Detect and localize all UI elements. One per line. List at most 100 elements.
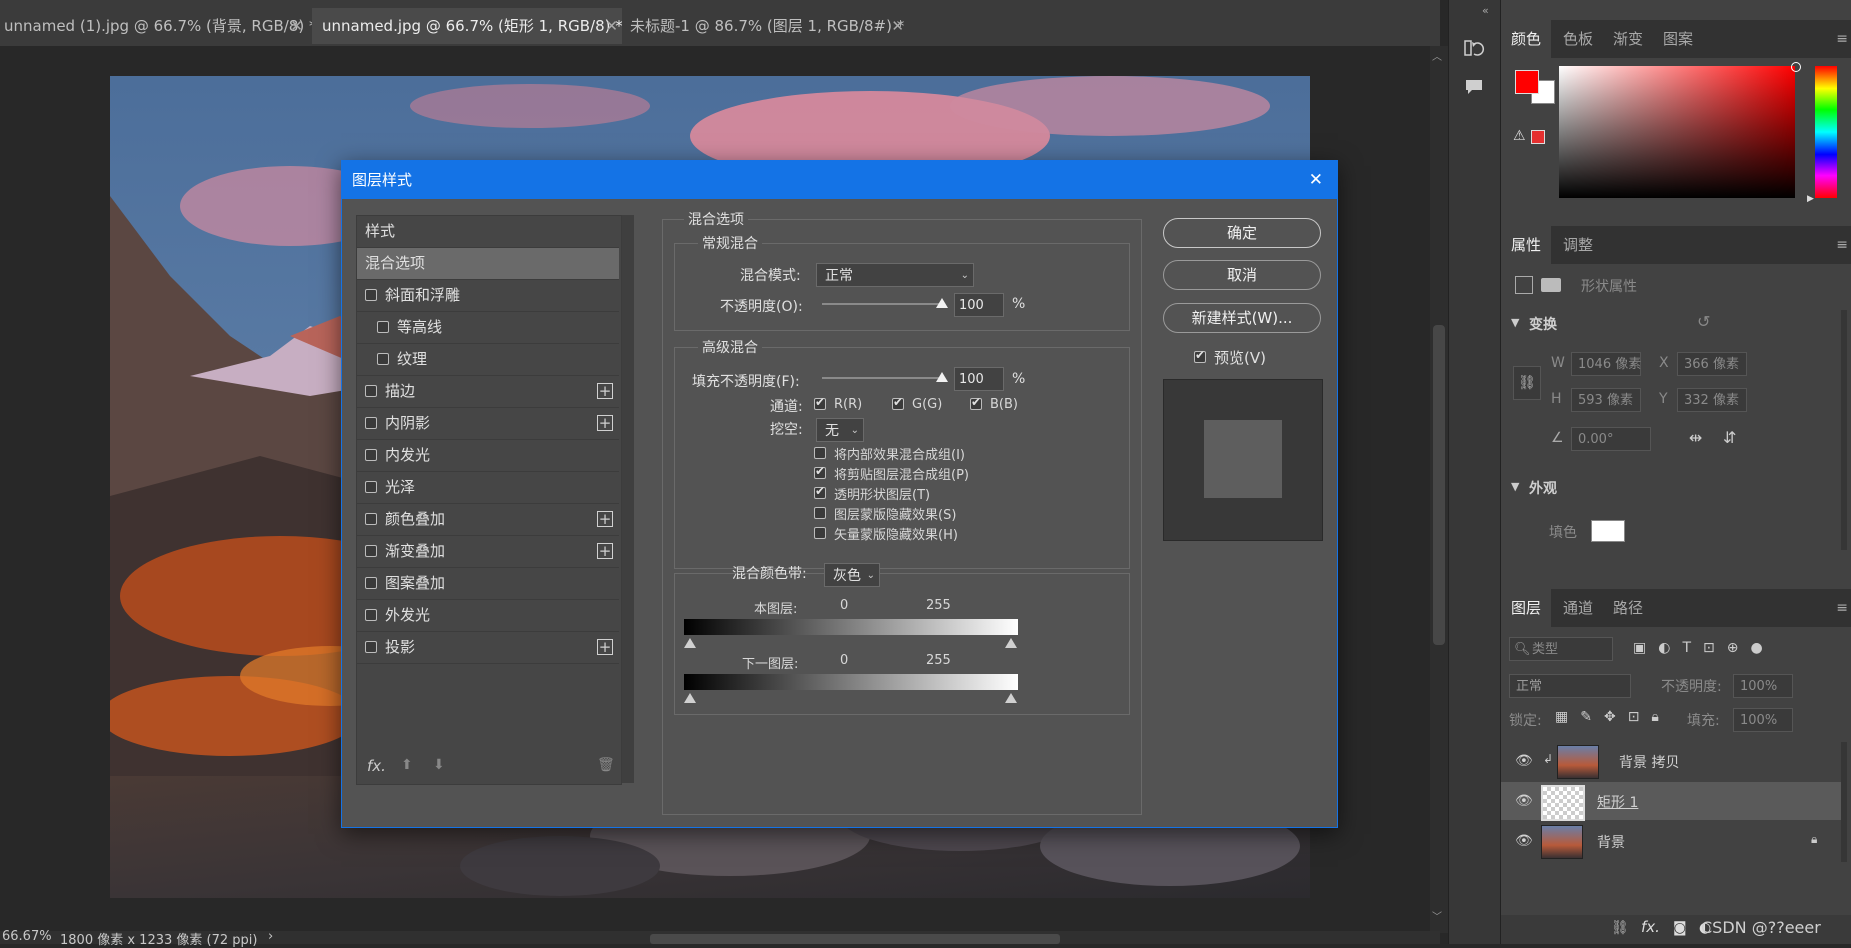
style-checkbox[interactable] <box>365 417 377 429</box>
channel-g-checkbox[interactable] <box>892 395 904 410</box>
hue-slider-handle[interactable]: ▶ <box>1807 194 1814 204</box>
shape-properties-icon[interactable] <box>1515 276 1533 294</box>
style-checkbox[interactable] <box>365 609 377 621</box>
chevron-down-icon[interactable]: ▼ <box>1511 316 1519 329</box>
style-contour[interactable]: 等高线 <box>357 312 619 344</box>
dialog-titlebar[interactable]: 图层样式 ✕ <box>342 161 1337 199</box>
panel-menu-icon[interactable]: ≡ <box>1836 600 1848 616</box>
style-drop-shadow[interactable]: 投影 + <box>357 632 619 664</box>
style-checkbox[interactable] <box>365 545 377 557</box>
lock-icons[interactable]: ▦✎✥⊡🔒︎ <box>1555 709 1671 725</box>
ok-button[interactable]: 确定 <box>1163 218 1321 248</box>
add-style-icon[interactable]: + <box>597 415 613 431</box>
flip-horizontal-icon[interactable]: ⇹ <box>1689 428 1702 447</box>
style-checkbox[interactable] <box>365 513 377 525</box>
scrollbar-thumb[interactable] <box>1433 325 1445 645</box>
style-stroke[interactable]: 描边 + <box>357 376 619 408</box>
tab-unnamed[interactable]: unnamed.jpg @ 66.7% (矩形 1, RGB/8) * ✕ <box>312 8 624 44</box>
color-picker-handle[interactable] <box>1791 62 1801 72</box>
zoom-level[interactable]: 66.67% <box>2 929 52 944</box>
style-bevel-emboss[interactable]: 斜面和浮雕 <box>357 280 619 312</box>
layer-name[interactable]: 背景 拷贝 <box>1619 752 1679 772</box>
visibility-eye-icon[interactable]: 👁︎ <box>1515 833 1533 849</box>
opacity-field[interactable]: 100% <box>1733 674 1793 698</box>
style-checkbox[interactable] <box>365 577 377 589</box>
tab-layers[interactable]: 图层 <box>1501 589 1552 627</box>
visibility-eye-icon[interactable]: 👁︎ <box>1515 793 1533 809</box>
style-gradient-overlay[interactable]: 渐变叠加 + <box>357 536 619 568</box>
fill-opacity-slider-knob[interactable] <box>936 372 948 382</box>
add-style-icon[interactable]: + <box>597 511 613 527</box>
style-checkbox[interactable] <box>365 449 377 461</box>
style-checkbox[interactable] <box>365 641 377 653</box>
move-down-icon[interactable]: ⬇ <box>433 757 445 773</box>
link-dimensions-icon[interactable]: ⛓ <box>1513 366 1541 400</box>
history-icon[interactable] <box>1463 38 1485 60</box>
fill-opacity-slider[interactable] <box>822 377 944 379</box>
panel-menu-icon[interactable]: ≡ <box>1836 237 1848 253</box>
gamut-color-swatch[interactable] <box>1531 130 1545 144</box>
status-arrow-icon[interactable]: › <box>268 929 273 944</box>
style-checkbox[interactable] <box>377 321 389 333</box>
height-field[interactable]: 593 像素 <box>1571 388 1641 412</box>
style-blending-options[interactable]: 混合选项 <box>357 248 619 280</box>
style-color-overlay[interactable]: 颜色叠加 + <box>357 504 619 536</box>
x-position-field[interactable]: 366 像素 <box>1677 352 1747 376</box>
layer-row[interactable]: 👁︎ 背景 🔒︎ <box>1501 822 1841 860</box>
channel-r-checkbox[interactable] <box>814 395 826 410</box>
tab-properties[interactable]: 属性 <box>1501 226 1552 264</box>
color-field[interactable] <box>1559 66 1795 198</box>
style-outer-glow[interactable]: 外发光 <box>357 600 619 632</box>
fx-icon[interactable]: fx. <box>367 757 386 775</box>
layer-row[interactable]: 👁︎ ↲ 背景 拷贝 <box>1501 742 1841 780</box>
blend-mode-dropdown[interactable]: 正常 ⌄ <box>816 263 974 287</box>
layer-mask-hides-checkbox[interactable] <box>814 507 826 519</box>
this-layer-black-slider[interactable] <box>684 638 696 648</box>
add-mask-icon[interactable]: ◙ <box>1673 920 1687 936</box>
preview-checkbox[interactable] <box>1194 348 1206 363</box>
transparency-shapes-checkbox[interactable] <box>814 484 826 499</box>
channel-b-checkbox[interactable] <box>970 395 982 410</box>
gamut-warning-icon[interactable]: ⚠ <box>1513 128 1526 144</box>
layer-name[interactable]: 矩形 1 <box>1597 792 1638 812</box>
this-layer-white-slider[interactable] <box>1005 638 1017 648</box>
link-layers-icon[interactable]: ⛓ <box>1611 920 1629 936</box>
knockout-dropdown[interactable]: 无 ⌄ <box>816 418 864 442</box>
opacity-slider[interactable] <box>822 303 944 305</box>
horizontal-scrollbar-thumb[interactable] <box>650 934 1060 944</box>
tab-patterns[interactable]: 图案 <box>1653 20 1703 58</box>
move-up-icon[interactable]: ⬆ <box>401 757 413 773</box>
scroll-down-icon[interactable]: ﹀ <box>1432 908 1442 923</box>
blend-clipped-checkbox[interactable] <box>814 464 826 479</box>
blend-if-dropdown[interactable]: 灰色 ⌄ <box>824 563 880 587</box>
style-inner-glow[interactable]: 内发光 <box>357 440 619 472</box>
style-satin[interactable]: 光泽 <box>357 472 619 504</box>
style-checkbox[interactable] <box>365 481 377 493</box>
visibility-eye-icon[interactable]: 👁︎ <box>1515 753 1533 769</box>
vector-mask-hides-checkbox[interactable] <box>814 527 826 539</box>
layer-filter-icons[interactable]: ▣◐T⊡⊕● <box>1633 640 1775 656</box>
width-field[interactable]: 1046 像素 <box>1571 352 1641 376</box>
chevron-down-icon[interactable]: ▼ <box>1511 480 1519 493</box>
layer-effects-icon[interactable]: fx. <box>1641 918 1660 936</box>
layer-fill-field[interactable]: 100% <box>1733 708 1793 732</box>
style-list-scrollbar[interactable] <box>622 215 634 783</box>
underlying-layer-black-slider[interactable] <box>684 693 696 703</box>
close-icon[interactable]: ✕ <box>1309 161 1323 199</box>
style-texture[interactable]: 纹理 <box>357 344 619 376</box>
add-style-icon[interactable]: + <box>597 639 613 655</box>
style-checkbox[interactable] <box>365 385 377 397</box>
reset-transform-icon[interactable]: ↺ <box>1697 312 1710 331</box>
tab-untitled-1[interactable]: 未标题-1 @ 86.7% (图层 1, RGB/8#) * ✕ <box>622 8 910 44</box>
blend-mode-select[interactable]: 正常 <box>1509 674 1631 698</box>
new-style-button[interactable]: 新建样式(W)... <box>1163 303 1321 333</box>
trash-icon[interactable]: 🗑︎ <box>597 757 615 773</box>
tab-swatches[interactable]: 色板 <box>1553 20 1603 58</box>
close-tab-icon[interactable]: ✕ <box>290 8 303 44</box>
close-tab-icon[interactable]: ✕ <box>891 8 904 44</box>
mask-properties-icon[interactable] <box>1541 278 1561 292</box>
layer-filter-select[interactable]: 🔍︎ 类型 <box>1509 637 1613 661</box>
hue-slider[interactable] <box>1815 66 1837 198</box>
style-checkbox[interactable] <box>365 289 377 301</box>
close-tab-icon[interactable]: ✕ <box>605 8 618 44</box>
